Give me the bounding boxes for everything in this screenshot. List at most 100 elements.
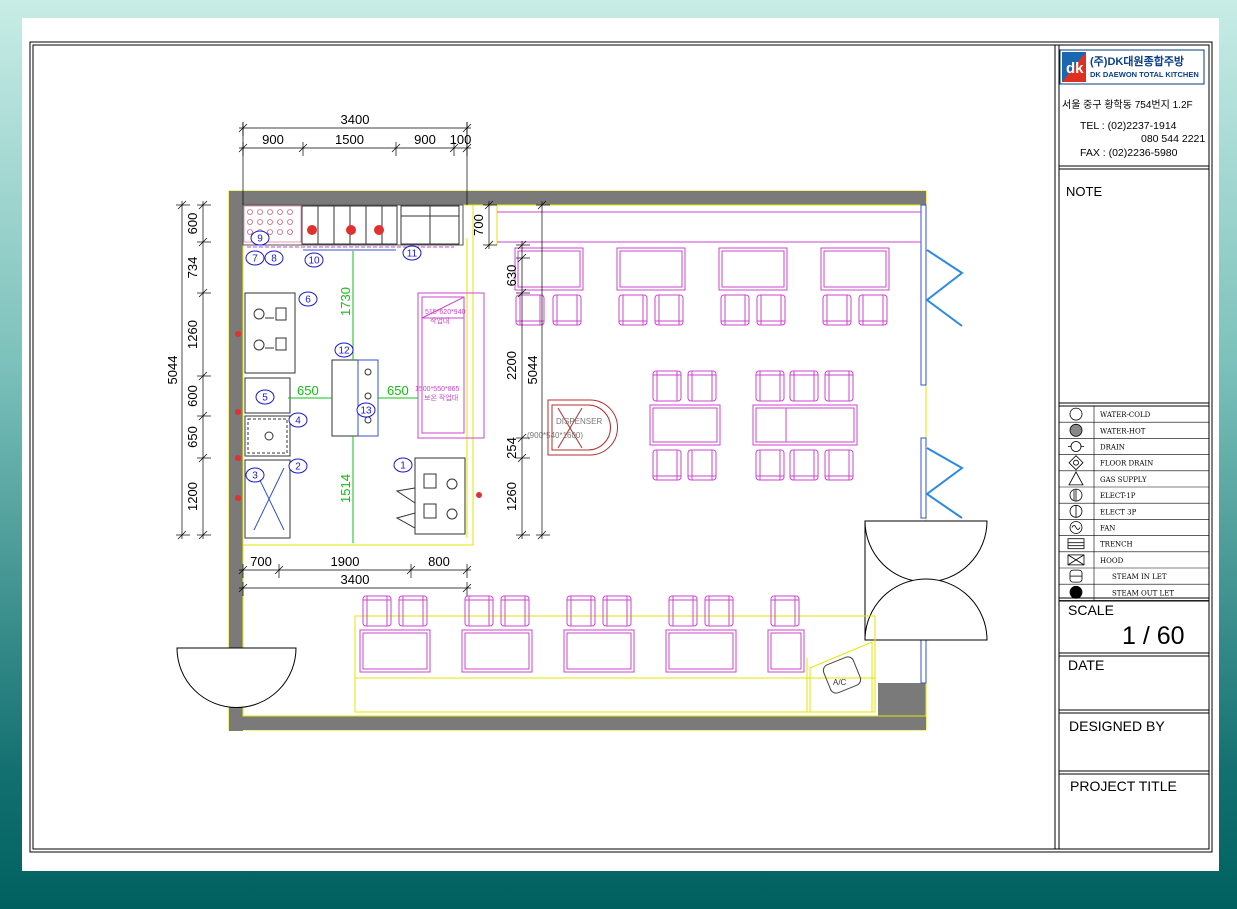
equipment-number-5: 5 (255, 389, 275, 405)
dim-label: 700 (250, 554, 272, 569)
chair (858, 294, 888, 326)
dim-label: 3400 (341, 112, 370, 127)
chair (687, 370, 717, 402)
legend-label: STEAM IN LET (1112, 573, 1167, 581)
dim-label: 254 (504, 437, 519, 459)
floor-drain-icon (1068, 455, 1084, 471)
legend-label: STEAM OUT LET (1112, 589, 1174, 597)
drain-icon (1068, 441, 1084, 452)
dim-label: 1260 (504, 482, 519, 511)
company-fax: FAX : (02)2236-5980 (1080, 147, 1178, 159)
equipment-number-9: 9 (250, 230, 270, 246)
svg-text:2: 2 (295, 462, 301, 473)
svg-text:1: 1 (400, 461, 406, 472)
chair (789, 370, 819, 402)
company-name-kr: (주)DK대원종합주방 (1090, 54, 1184, 68)
dispenser-size: (900*540*1600) (527, 431, 583, 440)
chair (652, 370, 682, 402)
chair (824, 449, 854, 481)
svg-text:3: 3 (252, 471, 258, 482)
svg-text:11: 11 (407, 249, 418, 260)
designed-by-label: DESIGNED BY (1069, 718, 1165, 734)
chair (687, 449, 717, 481)
dining-table (718, 247, 788, 291)
dining-table (649, 404, 721, 446)
dim-label: 734 (185, 257, 200, 279)
chair (500, 595, 530, 627)
dim-label: 900 (262, 132, 284, 147)
equipment-number-7: 7 (245, 250, 265, 266)
chair (755, 449, 785, 481)
svg-text:6: 6 (305, 295, 311, 306)
chair (756, 294, 786, 326)
scale-value: 1 / 60 (1122, 622, 1185, 650)
chair (704, 595, 734, 627)
steam-inlet-icon (1069, 569, 1083, 583)
legend-table: WATER-COLD WATER-HOT DRAIN FLOOR DRAIN GAS S… (1059, 406, 1209, 601)
equipment-number-11: 11 (402, 245, 422, 261)
dim-label: 3400 (341, 572, 370, 587)
chair (755, 370, 785, 402)
dim-label: 1200 (185, 482, 200, 511)
dining-table (820, 247, 890, 291)
svg-text:13: 13 (360, 406, 372, 417)
chair (618, 294, 648, 326)
chair (515, 294, 545, 326)
center-island (331, 359, 379, 437)
chair (789, 449, 819, 481)
island-spec-sub: 보온 작업대 (424, 393, 458, 402)
legend-label: ELECT-1P (1100, 492, 1136, 500)
dim-label: 650 (185, 426, 200, 448)
chair (552, 294, 582, 326)
dining-table (616, 247, 686, 291)
dining-table (359, 629, 431, 673)
legend-label: DRAIN (1100, 444, 1125, 452)
dim-label: 5044 (165, 356, 180, 385)
svg-text:9: 9 (257, 234, 263, 245)
elect-3p-icon (1069, 504, 1083, 518)
fan-icon (1069, 521, 1083, 534)
dim-label: 1500 (335, 132, 364, 147)
chair (566, 595, 596, 627)
dim-1514: 1514 (338, 474, 353, 503)
svg-text:4: 4 (295, 416, 301, 427)
legend-label: WATER-HOT (1100, 427, 1146, 435)
svg-text:8: 8 (271, 254, 277, 265)
company-name-en: DK DAEWON TOTAL KITCHEN (1090, 70, 1199, 79)
legend-label: FAN (1100, 525, 1115, 533)
scale-label: SCALE (1068, 602, 1114, 618)
table-spec: 515*620*940 (425, 309, 466, 316)
logo-mark-text: dk (1066, 60, 1084, 77)
dispenser (547, 399, 618, 456)
dim-label: 700 (471, 214, 486, 236)
chair (824, 370, 854, 402)
chair (362, 595, 392, 627)
equipment-numbers: 1234567 8910111213 (245, 230, 422, 483)
dim-label: 800 (428, 554, 450, 569)
left-sink-4 (244, 415, 291, 457)
svg-text:7: 7 (252, 254, 258, 265)
hood-icon (1067, 554, 1085, 566)
equipment-number-6: 6 (298, 291, 318, 307)
equipment-number-13: 13 (356, 402, 376, 418)
steam-outlet-icon (1069, 585, 1083, 599)
kitchen-equipment: 515*620*940 작업대 1500*550*865 보온 작업대 DISP… (235, 204, 618, 543)
elect-1p-icon (1069, 488, 1083, 502)
note-label: NOTE (1066, 184, 1102, 199)
company-tel: TEL : (02)2237-1914 (1080, 120, 1177, 132)
drawing-sheet: dk (주)DK대원종합주방 DK DAEWON TOTAL KITCHEN 서… (22, 18, 1219, 871)
dim-label: 600 (185, 213, 200, 235)
left-gas-range (244, 292, 296, 374)
chair (770, 595, 800, 627)
company-address: 서울 중구 황학동 754번지 1.2F (1062, 99, 1193, 111)
svg-text:10: 10 (308, 256, 320, 267)
chair (668, 595, 698, 627)
legend-label: GAS SUPPLY (1100, 476, 1147, 484)
island-spec: 1500*550*865 (415, 386, 459, 393)
water-cold-icon (1069, 407, 1083, 421)
dim-label: 5044 (525, 356, 540, 385)
equipment-number-3: 3 (245, 467, 265, 483)
top-burner-range (301, 205, 398, 245)
floor-plan-drawing: dk (주)DK대원종합주방 DK DAEWON TOTAL KITCHEN 서… (29, 41, 1213, 853)
chair (654, 294, 684, 326)
